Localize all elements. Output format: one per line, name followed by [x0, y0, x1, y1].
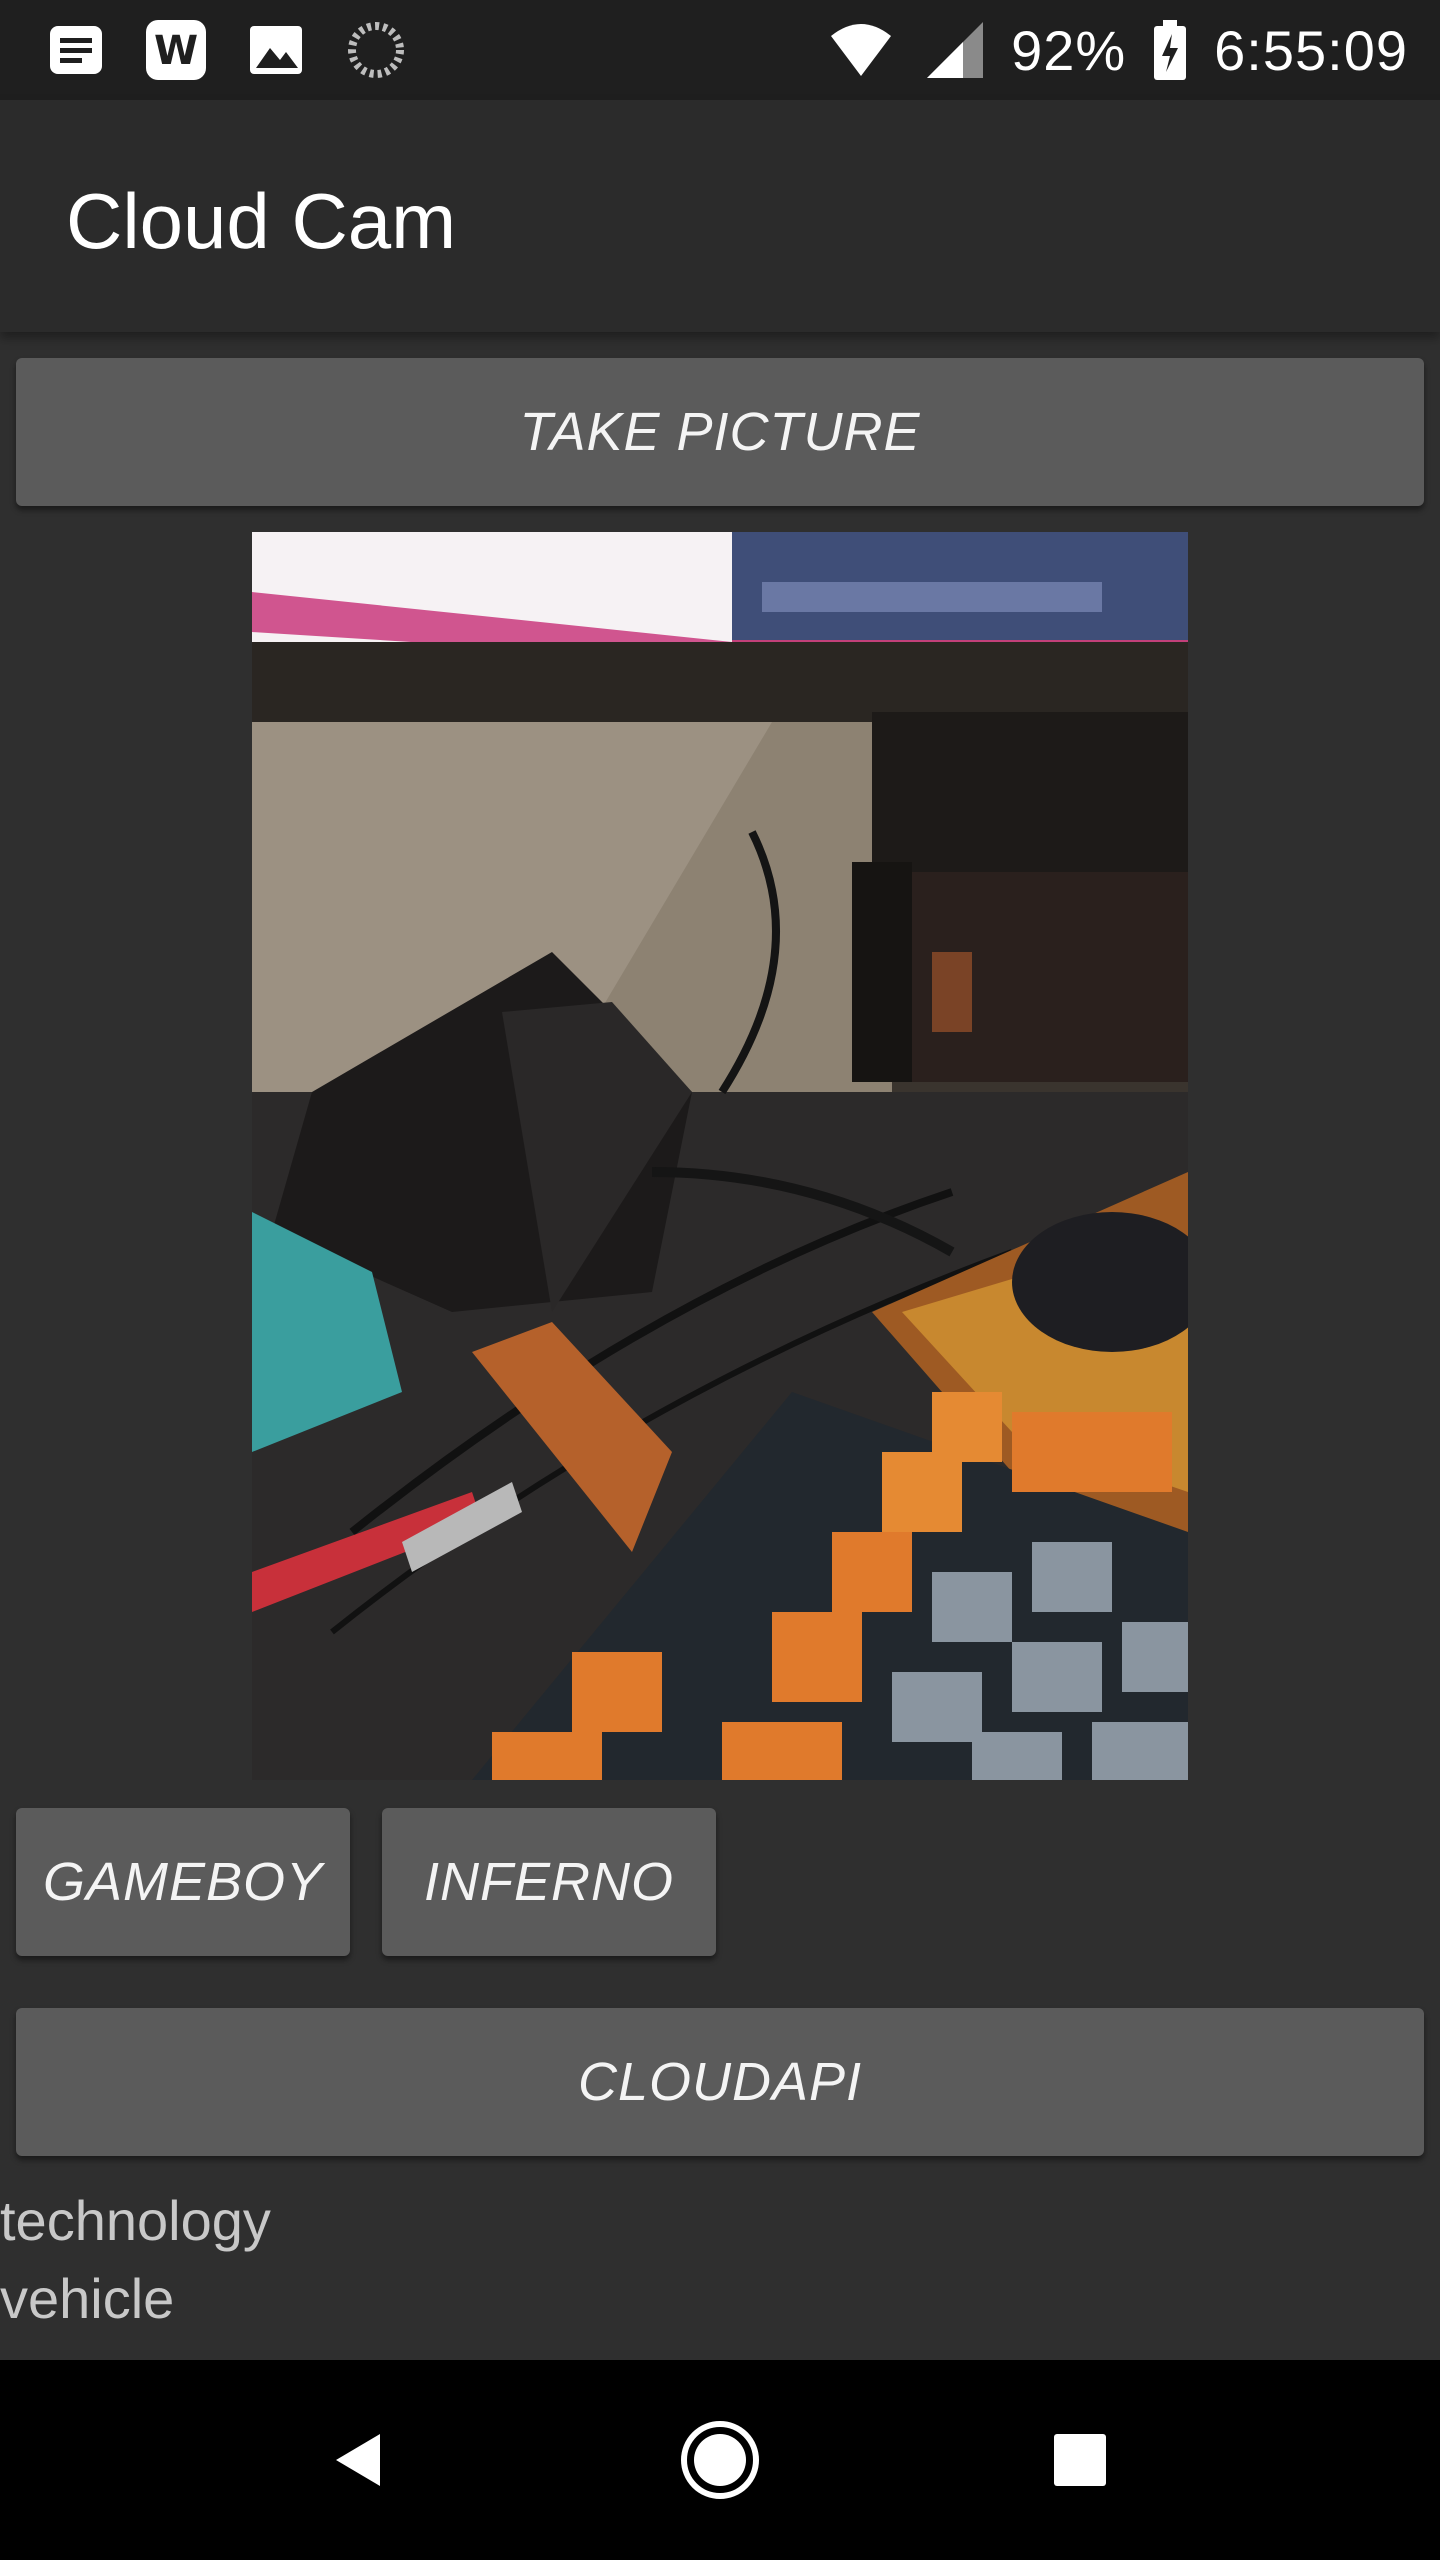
- take-picture-button[interactable]: TAKE PICTURE: [16, 358, 1424, 506]
- result-label: technology: [0, 2189, 271, 2252]
- result-labels: technology vehicle: [0, 2182, 271, 2338]
- system-status: 92% 6:55:09: [823, 0, 1408, 100]
- clock: 6:55:09: [1214, 18, 1408, 82]
- home-icon: [681, 2421, 759, 2499]
- news-icon: [50, 26, 102, 74]
- back-button[interactable]: [300, 2400, 420, 2520]
- signal-icon: [927, 22, 984, 78]
- battery-charging-icon: [1154, 20, 1187, 80]
- navigation-bar: [0, 2360, 1440, 2560]
- w-app-letter: W: [154, 28, 198, 74]
- cloudapi-button[interactable]: CLOUDAPI: [16, 2008, 1424, 2156]
- app-bar: Cloud Cam: [0, 100, 1440, 332]
- captured-photo: [252, 532, 1188, 1780]
- inferno-filter-button[interactable]: INFERNO: [382, 1808, 716, 1956]
- app-title: Cloud Cam: [66, 177, 457, 265]
- sync-spinner-icon: [348, 22, 404, 78]
- result-label: vehicle: [0, 2267, 175, 2330]
- recent-apps-button[interactable]: [1020, 2400, 1140, 2520]
- status-bar: W 92% 6:55:09: [0, 0, 1440, 100]
- battery-percent: 92%: [1011, 18, 1127, 82]
- recent-apps-icon: [1054, 2434, 1106, 2486]
- back-icon: [336, 2434, 380, 2486]
- captured-photo-image: [252, 532, 1188, 1780]
- gameboy-filter-button[interactable]: GAMEBOY: [16, 1808, 350, 1956]
- image-icon: [250, 26, 302, 74]
- home-button[interactable]: [660, 2400, 780, 2520]
- wifi-icon: [831, 24, 892, 76]
- w-app-icon: W: [146, 20, 206, 80]
- notification-icons: W: [44, 18, 408, 82]
